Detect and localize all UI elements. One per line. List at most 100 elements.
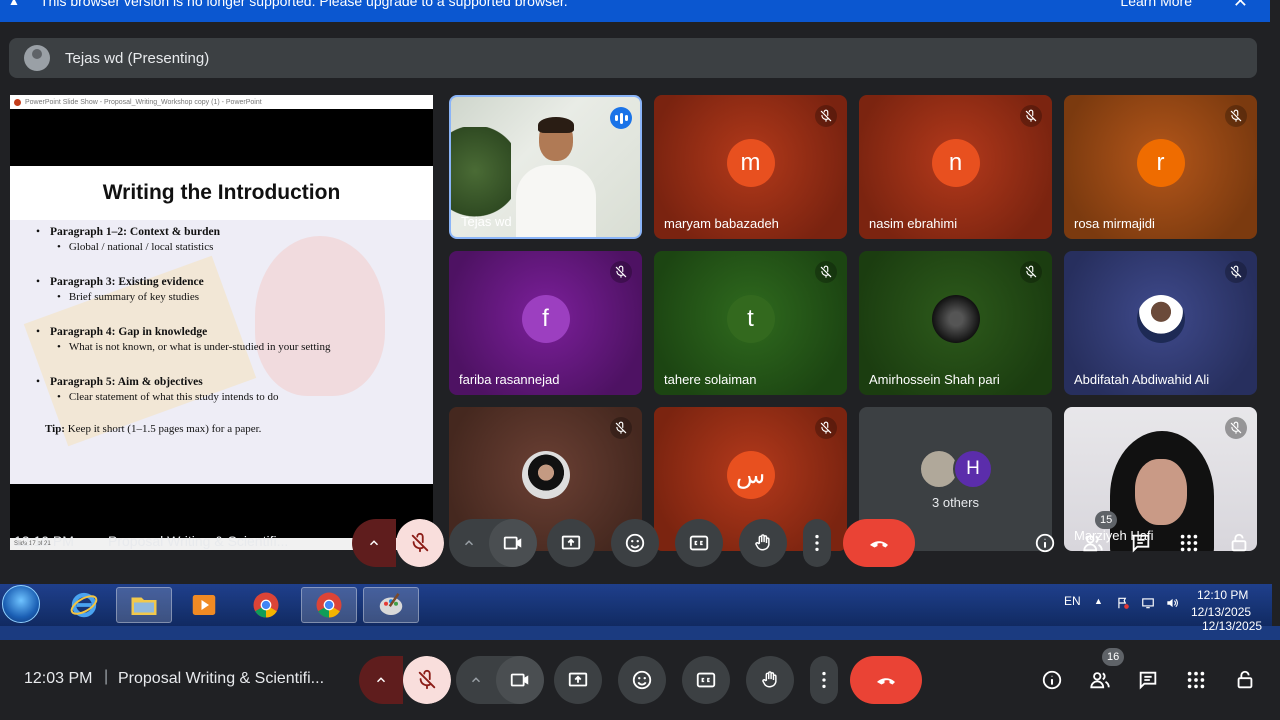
meeting-separator: | [104,668,109,685]
slide-bullet: Paragraph 5: Aim & objectives [36,376,433,388]
participant-tile[interactable]: Tejas wd [449,95,642,239]
more-options-button[interactable] [803,519,831,567]
media-player-icon[interactable] [176,587,232,623]
slide-sub-bullet: What is not known, or what is under-stud… [36,341,433,353]
chevron-up-icon[interactable] [456,656,496,704]
clock-date[interactable]: 12/13/2025 [1191,605,1251,619]
volume-icon[interactable] [1164,596,1180,610]
participant-avatar: t [726,295,775,343]
participant-tile[interactable]: r rosa mirmajidi [1064,95,1257,239]
people-count-badge: 16 [1102,648,1125,666]
mic-off-icon [1225,261,1247,283]
participant-name: nasim ebrahimi [869,216,958,231]
internet-explorer-icon[interactable] [56,587,112,623]
banner-text: This browser version is no longer suppor… [40,0,568,9]
presentation-screen[interactable]: PowerPoint Slide Show - Proposal_Writing… [10,95,433,550]
powerpoint-icon [14,98,21,106]
slide-bullet: Paragraph 3: Existing evidence [36,276,433,288]
activities-icon[interactable] [1182,666,1210,694]
chevron-up-icon[interactable] [359,656,403,704]
slide-sub-bullet: Brief summary of key studies [36,291,433,303]
chat-icon[interactable] [1134,666,1162,694]
participant-avatar: m [726,139,775,187]
people-icon[interactable] [1079,529,1107,557]
participant-name: tahere solaiman [664,372,757,387]
screen: ▲ This browser version is no longer supp… [0,0,1280,720]
participant-name: Abdifatah Abdiwahid Ali [1074,372,1210,387]
slide-sub-bullet: Clear statement of what this study inten… [36,391,433,403]
mic-off-icon [610,261,632,283]
mic-toggle-button[interactable] [396,519,444,567]
learn-more-link[interactable]: Learn More [1120,0,1192,9]
participant-avatar: n [931,139,980,187]
participant-name: maryam babazadeh [664,216,779,231]
participant-tile[interactable]: f fariba rasannejad [449,251,642,395]
raise-hand-button[interactable] [739,519,787,567]
leave-call-button[interactable] [843,519,915,567]
camera-group [456,656,544,704]
show-hidden-icons-icon[interactable]: ▲ [1094,596,1103,606]
present-screen-button[interactable] [554,656,602,704]
activities-icon[interactable] [1175,529,1203,557]
mic-off-icon [815,105,837,127]
taskbar-echo [0,626,1280,640]
presenter-label: Tejas wd (Presenting) [65,49,210,67]
language-indicator[interactable]: EN [1064,594,1081,608]
chrome-active-icon[interactable] [301,587,357,623]
captions-button[interactable] [682,656,730,704]
raise-hand-button[interactable] [746,656,794,704]
chevron-up-icon[interactable] [449,519,489,567]
captions-button[interactable] [675,519,723,567]
start-button[interactable] [2,585,40,623]
clock-time[interactable]: 12:10 PM [1197,588,1248,602]
people-icon[interactable] [1086,666,1114,694]
participant-avatar: س [726,451,775,499]
slide-tip: Tip: Keep it short (1–1.5 pages max) for… [45,423,262,435]
people-count-badge: 15 [1095,511,1118,529]
camera-toggle-button[interactable] [489,519,537,567]
speaking-indicator-icon [610,107,632,129]
meeting-title[interactable]: Proposal Writing & Scientifi... [118,670,324,688]
meeting-details-icon[interactable] [1031,529,1059,557]
meeting-time: 12:03 PM [24,670,93,687]
mic-off-icon [1020,261,1042,283]
slide-body: Paragraph 1–2: Context & burden Global /… [10,220,433,435]
host-controls-icon[interactable] [1225,529,1253,557]
mic-off-icon [1020,105,1042,127]
slide-sub-bullet: Global / national / local statistics [36,241,433,253]
chat-icon[interactable] [1127,529,1155,557]
paint-icon[interactable] [363,587,419,623]
leave-call-button[interactable] [850,656,922,704]
chevron-up-icon[interactable] [352,519,396,567]
action-center-flag-icon[interactable] [1116,596,1130,610]
meeting-details-icon[interactable] [1038,666,1066,694]
more-options-button[interactable] [810,656,838,704]
close-icon[interactable]: ✕ [1233,0,1248,12]
camera-toggle-button[interactable] [496,656,544,704]
mic-off-icon [815,261,837,283]
file-explorer-icon[interactable] [116,587,172,623]
participant-tile[interactable]: Abdifatah Abdiwahid Ali [1064,251,1257,395]
participant-tile[interactable]: Amirhossein Shah pari [859,251,1052,395]
mic-toggle-button[interactable] [403,656,451,704]
emoji-button[interactable] [618,656,666,704]
participant-avatar-photo [521,451,570,499]
slide-bullet: Paragraph 1–2: Context & burden [36,226,433,238]
participant-tile[interactable]: n nasim ebrahimi [859,95,1052,239]
inner-camera-group [449,519,537,567]
inner-mic-group [352,519,444,567]
participant-tile[interactable]: t tahere solaiman [654,251,847,395]
network-icon[interactable] [1140,596,1156,610]
participant-avatar-photo [931,295,980,343]
presenter-avatar [24,45,50,71]
participant-avatar-photo [1136,295,1185,343]
host-controls-icon[interactable] [1231,666,1259,694]
slide-canvas: Writing the Introduction Paragraph 1–2: … [10,166,433,484]
chrome-icon[interactable] [238,587,294,623]
mic-off-icon [815,417,837,439]
present-screen-button[interactable] [547,519,595,567]
participant-avatar: r [1136,139,1185,187]
participant-tile[interactable]: m maryam babazadeh [654,95,847,239]
participant-avatar: H [953,449,993,489]
emoji-button[interactable] [611,519,659,567]
